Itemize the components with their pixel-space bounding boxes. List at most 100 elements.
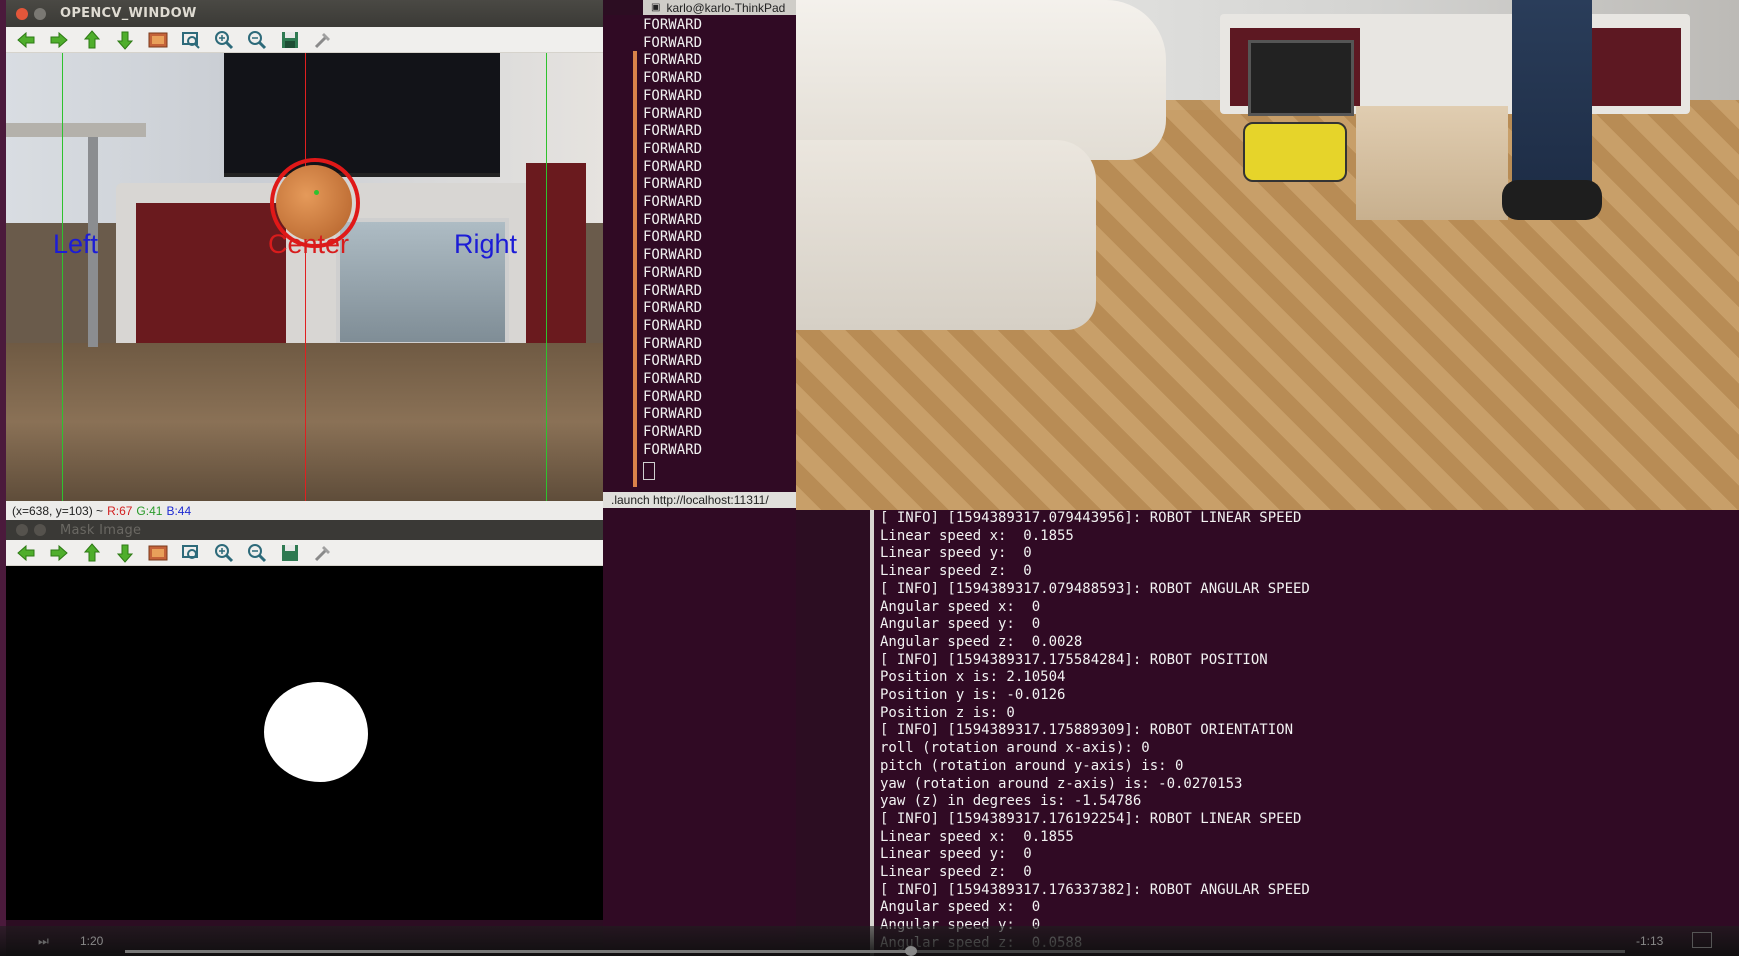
forward-output-line: FORWARD — [643, 34, 703, 51]
arrow-left-icon[interactable] — [14, 541, 38, 565]
close-window-button[interactable] — [16, 7, 28, 20]
log-output-line: Position y is: -0.0126 — [880, 687, 1066, 704]
log-terminal-titlebar-area — [603, 490, 796, 956]
mask-window-titlebar[interactable]: Mask Image — [6, 520, 603, 540]
arrow-up-icon[interactable] — [80, 28, 104, 52]
log-output-line: Linear speed y: 0 — [880, 545, 1032, 562]
cabinet-door-left — [136, 203, 286, 353]
arrow-down-icon[interactable] — [113, 28, 137, 52]
log-output-line: Linear speed x: 0.1855 — [880, 828, 1074, 845]
terminal-title: .launch http://localhost:11311/ — [611, 493, 769, 507]
terminal-cursor — [643, 461, 655, 480]
zoom-out-icon[interactable] — [245, 28, 269, 52]
right-zone-label: Right — [454, 229, 518, 259]
arrow-left-icon[interactable] — [14, 28, 38, 52]
minimize-window-button[interactable] — [34, 524, 46, 536]
arrow-up-icon[interactable] — [80, 541, 104, 565]
log-output-line: Linear speed y: 0 — [880, 846, 1032, 863]
log-output-line: [ INFO] [1594389317.175889309]: ROBOT OR… — [880, 722, 1294, 739]
image-icon[interactable] — [146, 541, 170, 565]
zoom-fit-icon[interactable] — [179, 541, 203, 565]
mask-blob — [264, 682, 368, 782]
forward-terminal-body: FORWARD FORWARD FORWARD FORWARD FORWARD FORWA… — [603, 15, 796, 490]
terminal-titlebar[interactable]: ▣ karlo@karlo-ThinkPad — [643, 0, 796, 15]
television — [224, 53, 500, 177]
opencv-toolbar — [6, 27, 603, 53]
log-output-line: [ INFO] [1594389317.176337382]: ROBOT AN… — [880, 881, 1310, 898]
left-zone-line — [62, 53, 63, 501]
seek-bar-progress — [125, 950, 910, 953]
forward-output-line: FORWARD — [643, 52, 703, 69]
image-icon[interactable] — [146, 28, 170, 52]
log-output-line: [ INFO] [1594389317.175584284]: ROBOT PO… — [880, 651, 1268, 668]
forward-output-line: FORWARD — [643, 441, 703, 458]
center-zone-label: Center — [268, 229, 350, 259]
log-terminal: [ INFO] [1594389317.079443956]: ROBOT LI… — [870, 510, 1739, 956]
forward-output-line: FORWARD — [643, 194, 703, 211]
zoom-in-icon[interactable] — [212, 28, 236, 52]
log-output: [ INFO] [1594389317.079443956]: ROBOT LI… — [880, 510, 1739, 953]
forward-output-line: FORWARD — [643, 406, 703, 423]
zoom-in-icon[interactable] — [212, 541, 236, 565]
terminal-icon: ▣ — [651, 2, 661, 13]
seek-handle[interactable] — [905, 946, 917, 956]
person-shoes — [1502, 180, 1602, 220]
elapsed-time: 1:20 — [80, 934, 104, 948]
arrow-right-icon[interactable] — [47, 541, 71, 565]
window-title: Mask Image — [60, 522, 142, 538]
cabinet-door-right — [526, 163, 586, 343]
forward-terminal: ▣ karlo@karlo-ThinkPad FORWARD FORWARD FOR… — [603, 0, 796, 490]
log-output-line: [ INFO] [1594389317.176192254]: ROBOT LI… — [880, 810, 1302, 827]
sofa-back — [796, 0, 1166, 160]
fullscreen-icon[interactable] — [1692, 932, 1712, 948]
right-zone-line — [546, 53, 547, 501]
ball-center-dot — [314, 190, 319, 195]
mask-window: Mask Image — [6, 520, 603, 920]
save-icon[interactable] — [278, 28, 302, 52]
forward-output-line: FORWARD — [643, 158, 703, 175]
log-output-line: [ INFO] [1594389317.079443956]: ROBOT LI… — [880, 510, 1302, 526]
robot — [1243, 122, 1347, 182]
skip-icon[interactable]: ⏭ — [38, 934, 49, 949]
green-value: G:41 — [136, 503, 163, 518]
forward-output-line: FORWARD — [643, 282, 703, 299]
forward-output-line: FORWARD — [643, 388, 703, 405]
remaining-time: -1:13 — [1636, 934, 1664, 948]
forward-output-line: FORWARD — [643, 140, 703, 157]
forward-output-line: FORWARD — [643, 247, 703, 264]
forward-output-line: FORWARD — [643, 17, 703, 33]
properties-icon[interactable] — [311, 28, 335, 52]
log-output-line: Linear speed z: 0 — [880, 864, 1032, 881]
arrow-right-icon[interactable] — [47, 28, 71, 52]
log-output-line: Angular speed x: 0 — [880, 899, 1041, 916]
log-output-line: Position z is: 0 — [880, 704, 1015, 721]
forward-output-line: FORWARD — [643, 317, 703, 334]
minimize-window-button[interactable] — [34, 7, 46, 20]
forward-output-line: FORWARD — [643, 335, 703, 352]
log-output-line: Angular speed z: 0.0028 — [880, 633, 1083, 650]
arrow-down-icon[interactable] — [113, 541, 137, 565]
save-icon[interactable] — [278, 541, 302, 565]
mask-view — [6, 566, 603, 920]
mask-toolbar — [6, 540, 603, 566]
log-terminal-titlebar[interactable]: .launch http://localhost:11311/ — [603, 492, 796, 508]
terminal-scrollbar[interactable] — [633, 51, 637, 487]
video-control-bar: ⏭ 1:20 -1:13 — [0, 926, 1739, 956]
zoom-out-icon[interactable] — [245, 541, 269, 565]
properties-icon[interactable] — [311, 541, 335, 565]
left-zone-label: Left — [53, 229, 99, 259]
camera-view: Left Center Right — [6, 53, 603, 501]
person-legs — [1512, 0, 1592, 200]
forward-output-line: FORWARD — [643, 176, 703, 193]
close-window-button[interactable] — [16, 524, 28, 536]
opencv-window: OPENCV_WINDOW Left Center Right (x=638, … — [6, 0, 603, 520]
red-value: R:67 — [107, 503, 133, 518]
log-output-line: Position x is: 2.10504 — [880, 669, 1066, 686]
forward-output-line: FORWARD — [643, 264, 703, 281]
opencv-window-titlebar[interactable]: OPENCV_WINDOW — [6, 0, 603, 27]
forward-output-line: FORWARD — [643, 123, 703, 140]
zoom-fit-icon[interactable] — [179, 28, 203, 52]
log-output-line: pitch (rotation around y-axis) is: 0 — [880, 757, 1184, 774]
log-output-line: Angular speed x: 0 — [880, 598, 1041, 615]
shelf — [6, 123, 146, 137]
